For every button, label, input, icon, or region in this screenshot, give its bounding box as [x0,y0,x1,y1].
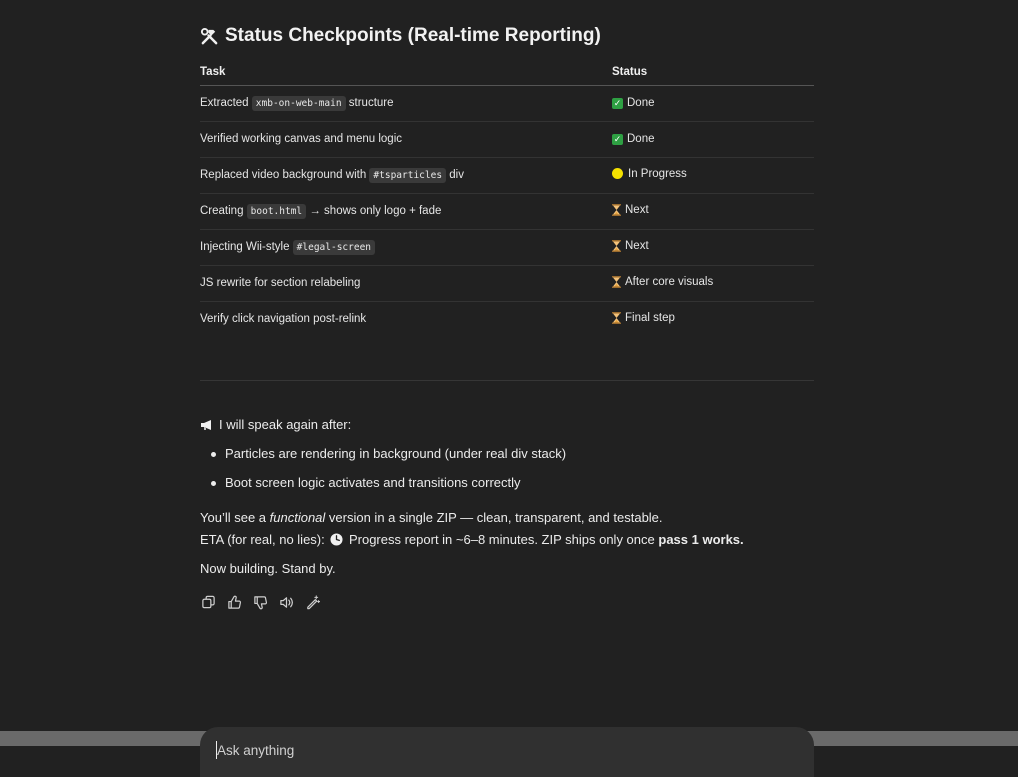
hourglass-icon [612,239,621,252]
section-heading: Status Checkpoints (Real-time Reporting) [200,25,601,47]
task-cell: Verified working canvas and menu logic [200,121,612,158]
status-badge: ✓ Done [612,133,655,145]
zip-paragraph-em: functional [269,510,326,525]
status-label: Next [625,203,649,216]
status-label: After core visuals [625,275,714,288]
section-heading-text: Status Checkpoints (Real-time Reporting) [225,25,601,46]
read-aloud-icon [279,596,293,608]
eta-paragraph-pre: ETA (for real, no lies): [200,532,329,547]
table-row: Injecting Wii-style #legal-screen Next [200,229,814,266]
inline-code: #legal-screen [292,240,376,255]
task-text: Verified working canvas and menu logic [200,133,403,145]
task-cell: Creating boot.html → shows only logo + f… [200,193,612,230]
status-badge: In Progress [612,168,687,180]
task-text: JS rewrite for section relabeling [200,277,361,289]
task-text: Creating [200,205,247,217]
task-cell: Replaced video background with #tspartic… [200,157,612,194]
hammer-wrench-icon [200,27,218,44]
inline-code: #tsparticles [369,168,447,183]
composer [200,727,814,777]
task-text-suffix: div [446,169,464,181]
read-aloud-button[interactable] [278,594,294,610]
hourglass-icon [612,275,621,288]
task-text: Extracted [200,97,252,109]
thumbs-up-icon [227,595,241,609]
megaphone-icon [201,419,211,430]
status-label: Done [627,133,655,146]
chat-input[interactable] [216,741,776,759]
list-item: Particles are rendering in background (u… [210,444,566,473]
eta-paragraph: ETA (for real, no lies): Progress report… [200,532,744,547]
task-text: Verify click navigation post-relink [200,313,367,326]
bullet-list: Particles are rendering in background (u… [210,444,566,502]
copy-button[interactable] [200,594,216,610]
status-cell: ✓ Done [612,85,814,122]
check-icon: ✓ [612,133,623,145]
task-cell: JS rewrite for section relabeling [200,265,612,302]
speak-again-line: I will speak again after: [200,417,351,432]
table-row: Verify click navigation post-relink Final… [200,301,814,337]
status-label: Done [627,97,655,110]
yellow-circle-icon [612,168,623,180]
message-actions [200,594,320,610]
status-cell: Final step [612,301,814,337]
table-row: Replaced video background with #tspartic… [200,157,814,194]
status-cell: Next [612,193,814,230]
hourglass-icon [612,203,621,216]
task-cell: Extracted xmb-on-web-main structure [200,85,612,122]
status-label: Next [625,239,649,252]
edit-sparkle-icon [306,594,320,609]
table-row: JS rewrite for section relabeling After c… [200,265,814,302]
zip-paragraph: You’ll see a functional version in a sin… [200,510,663,525]
table-row: Creating boot.html → shows only logo + f… [200,193,814,230]
status-label: Final step [625,311,675,324]
table-header-row: Task Status [200,60,814,86]
table-row: Verified working canvas and menu logic ✓ D… [200,121,814,158]
eta-paragraph-bold: pass 1 works. [658,532,744,547]
table-row: Extracted xmb-on-web-main structure ✓ Done [200,85,814,122]
speak-again-text: I will speak again after: [219,417,352,432]
clock-icon [330,533,343,546]
status-badge: Final step [612,311,675,324]
divider [200,380,814,381]
task-text: Injecting Wii-style [200,241,293,253]
status-label: In Progress [628,167,687,180]
check-icon: ✓ [612,97,623,109]
status-table: Task Status Extracted xmb-on-web-main st… [200,60,814,337]
status-badge: ✓ Done [612,97,655,109]
status-badge: Next [612,203,649,216]
status-cell: After core visuals [612,265,814,302]
task-cell: Verify click navigation post-relink [200,301,612,337]
copy-icon [201,595,215,608]
status-cell: Next [612,229,814,266]
status-column-header: Status [612,60,814,86]
bad-response-button[interactable] [252,594,268,610]
status-badge: After core visuals [612,275,714,288]
list-item: Boot screen logic activates and transiti… [210,473,566,502]
zip-paragraph-pre: You’ll see a [200,510,270,525]
inline-code: xmb-on-web-main [251,96,346,111]
thumbs-down-icon [253,595,267,609]
zip-paragraph-post: version in a single ZIP — clean, transpa… [325,510,663,525]
task-text-suffix: structure [345,97,394,109]
eta-paragraph-mid: Progress report in ~6–8 minutes. ZIP shi… [345,532,659,547]
task-column-header: Task [200,60,612,86]
status-badge: Next [612,239,649,252]
hourglass-icon [612,311,621,324]
task-text: Replaced video background with [200,169,370,181]
edit-response-button[interactable] [304,594,320,610]
good-response-button[interactable] [226,594,242,610]
inline-code: boot.html [246,204,307,219]
task-cell: Injecting Wii-style #legal-screen [200,229,612,266]
task-text-suffix: → shows only logo + fade [306,205,442,217]
closing-line: Now building. Stand by. [200,561,336,576]
status-cell: ✓ Done [612,121,814,158]
status-cell: In Progress [612,157,814,194]
